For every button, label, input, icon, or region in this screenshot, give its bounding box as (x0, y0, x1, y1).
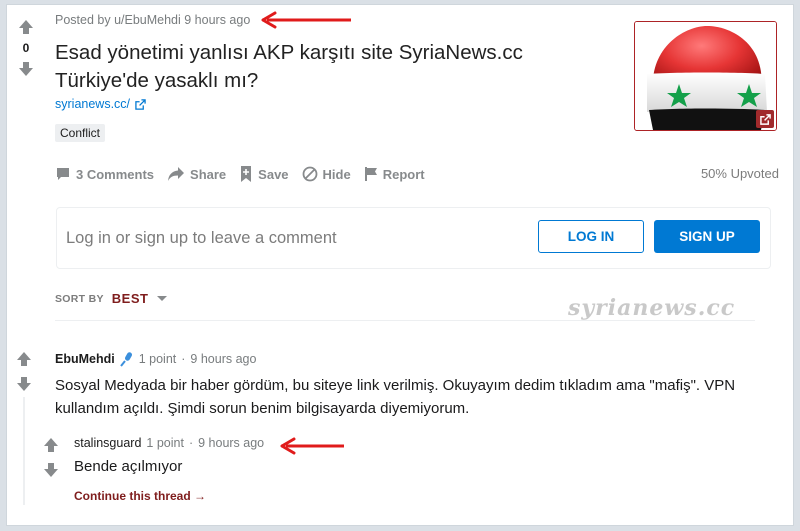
post-flair[interactable]: Conflict (55, 124, 106, 142)
downvote-icon[interactable] (43, 462, 59, 478)
report-button[interactable]: Report (364, 165, 425, 183)
comments-button[interactable]: 3 Comments (55, 165, 154, 183)
reply-time[interactable]: 9 hours ago (198, 436, 264, 450)
comment-header: EbuMehdi 1 point · 9 hours ago (55, 351, 256, 367)
post-domain-link[interactable]: syrianews.cc/ (55, 97, 146, 111)
hide-icon (302, 166, 317, 182)
sort-label: SORT BY (55, 292, 104, 305)
downvote-icon[interactable] (16, 376, 32, 392)
reply-separator: · (188, 436, 194, 450)
reddit-post-page: 0 Posted by u/EbuMehdi 9 hours ago Esad … (6, 4, 794, 526)
log-in-button[interactable]: LOG IN (538, 220, 644, 253)
comment-body: Sosyal Medyada bir haber gördüm, bu site… (55, 377, 736, 417)
hide-label: Hide (322, 166, 351, 182)
comment-icon (57, 168, 69, 180)
share-button[interactable]: Share (167, 165, 226, 183)
post-score: 0 (22, 41, 30, 55)
report-label: Report (382, 166, 425, 182)
post-title[interactable]: Esad yönetimi yanlısı AKP karşıtı site S… (55, 39, 575, 95)
hide-button[interactable]: Hide (302, 165, 351, 183)
comment-time[interactable]: 9 hours ago (190, 352, 256, 366)
comment-vote-column (16, 351, 32, 397)
post-thumbnail[interactable] (634, 21, 777, 131)
reply-body: Bende açılmıyor (74, 458, 183, 475)
share-label: Share (190, 166, 227, 182)
reply-header: stalinsguard 1 point · 9 hours ago (74, 436, 264, 450)
post-meta: Posted by u/EbuMehdi 9 hours ago (55, 13, 251, 27)
save-button[interactable]: Save (239, 165, 289, 183)
sort-value[interactable]: BEST (112, 291, 149, 306)
upvote-icon[interactable] (16, 351, 32, 367)
save-bookmark-icon (241, 166, 252, 182)
comment-points: 1 point (138, 352, 177, 366)
comment-login-box: Log in or sign up to leave a comment LOG… (56, 207, 771, 269)
reply-author[interactable]: stalinsguard (74, 436, 141, 450)
comments-label: 3 Comments (76, 166, 155, 182)
downvote-icon[interactable] (18, 61, 34, 77)
comment-sort-dropdown[interactable]: SORT BY BEST (55, 291, 168, 306)
comment-login-prompt: Log in or sign up to leave a comment (66, 229, 337, 247)
microphone-icon (119, 352, 132, 367)
share-icon (168, 167, 185, 181)
save-label: Save (258, 166, 289, 182)
comment-separator: · (181, 352, 186, 366)
domain-text[interactable]: syrianews.cc/ (55, 97, 130, 111)
annotation-arrow-icon (280, 437, 344, 455)
comment-author[interactable]: EbuMehdi (55, 352, 115, 366)
report-flag-icon (364, 167, 377, 181)
reply-points: 1 point (146, 436, 184, 450)
continue-thread-link[interactable]: Continue this thread → (74, 489, 206, 503)
post-vote-column: 0 (17, 19, 35, 77)
sign-up-button[interactable]: SIGN UP (654, 220, 760, 253)
upvote-icon[interactable] (18, 19, 34, 35)
external-link-icon (135, 98, 146, 110)
post-action-bar: 3 Comments Share Save Hide Report (55, 165, 425, 183)
annotation-arrow-icon (261, 11, 351, 29)
upvote-icon[interactable] (43, 437, 59, 453)
syria-flag-helmet-image (635, 22, 776, 130)
thumbnail-external-icon[interactable] (756, 110, 774, 128)
reply-vote-column (43, 437, 59, 483)
thread-line[interactable] (23, 397, 25, 505)
chevron-down-icon[interactable] (156, 295, 168, 303)
divider (55, 320, 755, 321)
upvote-ratio: 50% Upvoted (700, 166, 779, 181)
watermark-text: syrianews.cc (568, 295, 736, 321)
